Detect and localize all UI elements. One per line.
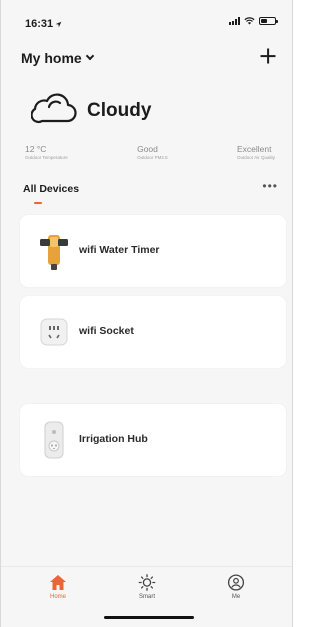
home-name: My home bbox=[21, 50, 82, 66]
tab-label: Home bbox=[49, 594, 66, 600]
status-time-group: 16:31 bbox=[25, 18, 62, 30]
stat-value: Excellent bbox=[236, 144, 272, 154]
more-options-button[interactable]: ••• bbox=[262, 179, 278, 193]
stat-value: Good bbox=[137, 144, 158, 154]
battery-icon bbox=[259, 17, 278, 25]
weather-condition: Cloudy bbox=[87, 100, 152, 121]
home-selector[interactable]: My home bbox=[21, 50, 94, 66]
tab-me[interactable]: Me bbox=[211, 574, 261, 600]
stat-label: Outdoor Air Quality bbox=[236, 155, 275, 160]
stat-value: 12 °C bbox=[25, 144, 47, 154]
devices-header: All Devices ••• bbox=[1, 179, 292, 208]
user-icon bbox=[227, 574, 245, 591]
weather-stats: 12 °C Outdoor Temperature Good Outdoor P… bbox=[25, 144, 275, 160]
app-screen: 16:31 My home Cloudy 12 °C Outdoor Tempe… bbox=[0, 0, 293, 627]
cloud-icon bbox=[31, 93, 77, 124]
status-icons bbox=[229, 17, 278, 25]
tab-smart[interactable]: Smart bbox=[122, 574, 172, 600]
stat-label: Outdoor Temperature bbox=[25, 155, 68, 160]
active-tab-indicator bbox=[34, 202, 42, 204]
header: My home bbox=[1, 46, 292, 76]
device-card-irrigation-hub[interactable]: Irrigation Hub bbox=[20, 404, 286, 476]
home-icon bbox=[50, 575, 66, 590]
add-device-button[interactable] bbox=[256, 44, 280, 68]
hub-icon bbox=[34, 420, 74, 460]
location-arrow-icon bbox=[55, 21, 62, 27]
sun-icon bbox=[138, 574, 156, 591]
device-name: wifi Water Timer bbox=[79, 244, 160, 256]
tab-label: Smart bbox=[138, 594, 155, 600]
stat-temperature: 12 °C Outdoor Temperature bbox=[25, 144, 68, 160]
status-bar: 16:31 bbox=[1, 0, 292, 40]
tab-label: Me bbox=[231, 594, 241, 600]
status-time: 16:31 bbox=[25, 18, 54, 30]
device-name: Irrigation Hub bbox=[79, 433, 148, 445]
stat-pm25: Good Outdoor PM2.5 bbox=[137, 144, 168, 160]
chevron-down-icon bbox=[85, 51, 94, 61]
device-name: wifi Socket bbox=[79, 325, 134, 337]
home-indicator bbox=[104, 616, 194, 619]
tab-all-devices[interactable]: All Devices bbox=[23, 183, 79, 195]
socket-icon bbox=[34, 312, 74, 352]
stat-label: Outdoor PM2.5 bbox=[137, 155, 168, 160]
signal-icon bbox=[229, 17, 240, 25]
stat-air-quality: Excellent Outdoor Air Quality bbox=[237, 144, 275, 160]
water-timer-icon bbox=[34, 231, 74, 271]
weather-panel: Cloudy 12 °C Outdoor Temperature Good Ou… bbox=[1, 90, 292, 170]
device-card-socket[interactable]: wifi Socket bbox=[20, 296, 286, 368]
device-card-water-timer[interactable]: wifi Water Timer bbox=[20, 215, 286, 287]
tab-home[interactable]: Home bbox=[33, 574, 83, 600]
wifi-icon bbox=[244, 17, 255, 25]
